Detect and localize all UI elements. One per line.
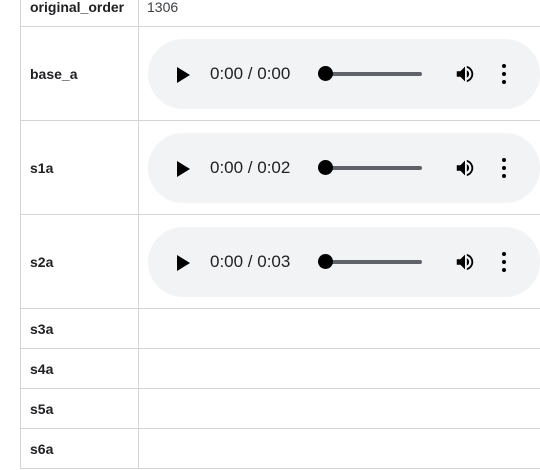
more-vert-icon <box>502 157 506 162</box>
data-table: original_order 1306 base_a 0:00 / 0:00 s… <box>20 0 540 469</box>
more-vert-icon <box>502 251 506 256</box>
page: original_order 1306 base_a 0:00 / 0:00 s… <box>0 0 540 470</box>
row-value <box>138 388 540 429</box>
play-button[interactable] <box>172 158 194 180</box>
row-value: 0:00 / 0:00 <box>138 26 540 121</box>
play-icon <box>177 66 190 83</box>
more-vert-icon <box>502 259 506 264</box>
seek-thumb[interactable] <box>318 253 333 269</box>
table-row: s2a 0:00 / 0:03 <box>20 214 540 309</box>
volume-icon <box>456 253 474 270</box>
seek-thumb[interactable] <box>318 159 333 175</box>
row-value <box>138 308 540 349</box>
row-value: 1306 <box>138 0 540 27</box>
more-vert-icon <box>502 63 506 68</box>
volume-icon <box>456 65 474 82</box>
time-display: 0:00 / 0:03 <box>210 251 291 271</box>
row-key: base_a <box>20 26 139 121</box>
more-options-button[interactable] <box>500 157 508 179</box>
table-row: s4a <box>20 348 540 389</box>
table-row: base_a 0:00 / 0:00 <box>20 26 540 121</box>
more-vert-icon <box>502 173 506 178</box>
more-vert-icon <box>502 267 506 272</box>
play-icon <box>177 254 190 271</box>
more-options-button[interactable] <box>500 251 508 273</box>
time-display: 0:00 / 0:02 <box>210 157 291 177</box>
seek-bar[interactable] <box>320 71 422 76</box>
row-value <box>138 428 540 469</box>
table-row: s6a <box>20 428 540 469</box>
row-value: 0:00 / 0:02 <box>138 120 540 215</box>
volume-button[interactable] <box>454 63 476 85</box>
audio-player: 0:00 / 0:03 <box>148 226 540 297</box>
row-key: s1a <box>20 120 139 215</box>
seek-bar[interactable] <box>320 165 422 170</box>
row-key: s6a <box>20 428 139 469</box>
row-key: original_order <box>20 0 139 27</box>
more-vert-icon <box>502 165 506 170</box>
more-vert-icon <box>502 79 506 84</box>
seek-bar[interactable] <box>320 259 422 264</box>
play-button[interactable] <box>172 64 194 86</box>
row-key: s4a <box>20 348 139 389</box>
play-icon <box>177 160 190 177</box>
volume-button[interactable] <box>454 251 476 273</box>
row-value: 0:00 / 0:03 <box>138 214 540 309</box>
row-key: s5a <box>20 388 139 429</box>
play-button[interactable] <box>172 252 194 274</box>
volume-icon <box>456 159 474 176</box>
more-options-button[interactable] <box>500 63 508 85</box>
table-row: s3a <box>20 308 540 349</box>
row-key: s2a <box>20 214 139 309</box>
row-key: s3a <box>20 308 139 349</box>
audio-player: 0:00 / 0:00 <box>148 38 540 109</box>
table-row: s1a 0:00 / 0:02 <box>20 120 540 215</box>
volume-button[interactable] <box>454 157 476 179</box>
audio-player: 0:00 / 0:02 <box>148 132 540 203</box>
table-row: original_order 1306 <box>20 0 540 27</box>
row-value <box>138 348 540 389</box>
more-vert-icon <box>502 71 506 76</box>
seek-thumb[interactable] <box>318 65 333 81</box>
time-display: 0:00 / 0:00 <box>210 63 291 83</box>
table-row: s5a <box>20 388 540 429</box>
